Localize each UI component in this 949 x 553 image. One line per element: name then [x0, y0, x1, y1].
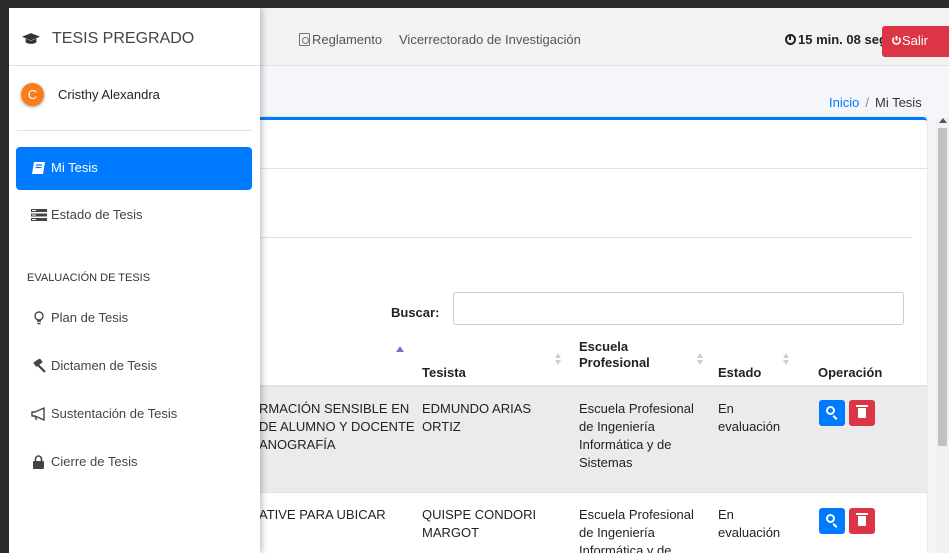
- sort-icon[interactable]: [697, 353, 703, 358]
- sidebar-item-label: Plan de Tesis: [51, 310, 129, 325]
- graduation-cap-icon: [22, 33, 40, 44]
- column-header-escuela[interactable]: Escuela Profesional: [579, 339, 689, 371]
- nav-link-reglamento[interactable]: Reglamento: [299, 32, 382, 47]
- table-row: ATIVE PARA UBICAR QUISPE CONDORI MARGOT …: [259, 494, 927, 553]
- cell-escuela: Escuela Profesional de Ingeniería Inform…: [579, 506, 694, 553]
- title-line: ANOGRAFÍA: [259, 437, 336, 452]
- sort-icon[interactable]: [783, 353, 789, 358]
- user-name: Cristhy Alexandra: [58, 87, 160, 102]
- sidebar-item-plan-de-tesis[interactable]: Plan de Tesis: [16, 297, 252, 340]
- escuela-line: Escuela Profesional: [579, 401, 694, 416]
- scrollbar-thumb[interactable]: [938, 128, 947, 446]
- sidebar-item-label: Mi Tesis: [51, 160, 98, 175]
- sidebar-item-label: Dictamen de Tesis: [51, 358, 157, 373]
- escuela-line: Informática y de: [579, 543, 672, 553]
- sidebar-item-label: Cierre de Tesis: [51, 454, 138, 469]
- column-header-estado[interactable]: Estado: [718, 365, 761, 381]
- trash-icon: [856, 513, 868, 526]
- escuela-line: Escuela Profesional: [579, 507, 694, 522]
- user-panel[interactable]: C Cristhy Alexandra: [9, 66, 260, 130]
- breadcrumb-home[interactable]: Inicio: [829, 95, 859, 110]
- estado-line: En: [718, 507, 734, 522]
- breadcrumb-separator: /: [865, 95, 869, 110]
- divider: [209, 168, 927, 169]
- view-button[interactable]: [819, 400, 845, 426]
- gavel-icon: [33, 359, 46, 373]
- sidebar-item-sustentacion-de-tesis[interactable]: Sustentación de Tesis: [16, 393, 252, 436]
- view-button[interactable]: [819, 508, 845, 534]
- estado-line: En: [718, 401, 734, 416]
- brand-title: TESIS PREGRADO: [52, 30, 195, 47]
- sidebar: TESIS PREGRADO C Cristhy Alexandra Mi Te…: [9, 8, 260, 553]
- logout-label: Salir: [902, 33, 929, 48]
- tesista-line: EDMUNDO ARIAS: [422, 401, 532, 416]
- tesista-line: QUISPE CONDORI: [422, 507, 537, 522]
- cell-escuela: Escuela Profesional de Ingeniería Inform…: [579, 400, 694, 472]
- search-icon: [826, 406, 835, 415]
- session-timer-text: 15 min. 08 seg.: [798, 32, 891, 47]
- sidebar-item-mi-tesis[interactable]: Mi Tesis: [16, 147, 252, 190]
- title-line: ATIVE PARA UBICAR: [259, 507, 386, 522]
- list-icon: [31, 209, 47, 221]
- scrollbar[interactable]: [936, 118, 949, 553]
- sidebar-item-label: Sustentación de Tesis: [51, 406, 178, 421]
- table-row: RMACIÓN SENSIBLE EN DE ALUMNO Y DOCENTE …: [259, 387, 927, 493]
- search-label: Buscar:: [391, 305, 440, 320]
- cell-title: RMACIÓN SENSIBLE EN DE ALUMNO Y DOCENTE …: [259, 400, 419, 454]
- scroll-up-arrow[interactable]: [939, 118, 947, 123]
- cell-tesista: EDMUNDO ARIAS ORTIZ: [422, 400, 531, 436]
- escuela-line: Informática y de: [579, 437, 672, 452]
- tesista-line: ORTIZ: [422, 419, 461, 434]
- pdf-icon: [299, 33, 310, 46]
- sidebar-item-label: Estado de Tesis: [51, 207, 143, 222]
- sidebar-item-cierre-de-tesis[interactable]: Cierre de Tesis: [16, 441, 252, 484]
- book-icon: [32, 162, 45, 174]
- session-timer: 15 min. 08 seg.: [785, 32, 891, 47]
- estado-line: evaluación: [718, 419, 781, 434]
- sort-icon[interactable]: [555, 360, 561, 365]
- title-line: DE ALUMNO Y DOCENTE: [259, 419, 415, 434]
- trash-icon: [856, 405, 868, 418]
- title-line: RMACIÓN SENSIBLE EN: [259, 401, 410, 416]
- lightbulb-icon: [34, 311, 44, 325]
- column-header-tesista[interactable]: Tesista: [422, 365, 466, 381]
- nav-link-vicerrectorado[interactable]: Vicerrectorado de Investigación: [399, 32, 581, 47]
- sort-icon[interactable]: [555, 353, 561, 358]
- search-input[interactable]: [453, 292, 904, 325]
- tesista-line: MARGOT: [422, 525, 480, 540]
- search-icon: [826, 514, 835, 523]
- delete-button[interactable]: [849, 400, 875, 426]
- divider: [209, 237, 912, 238]
- breadcrumb-current: Mi Tesis: [874, 95, 922, 110]
- cell-tesista: QUISPE CONDORI MARGOT: [422, 506, 536, 542]
- cell-estado: En evaluación: [718, 400, 780, 436]
- avatar: C: [21, 83, 44, 106]
- divider: [17, 130, 252, 131]
- escuela-line: de Ingeniería: [579, 419, 655, 434]
- escuela-line: Sistemas: [579, 455, 633, 470]
- sort-asc-icon[interactable]: [396, 346, 404, 352]
- sidebar-item-estado-de-tesis[interactable]: Estado de Tesis: [16, 194, 252, 237]
- brand[interactable]: TESIS PREGRADO: [9, 8, 260, 66]
- sidebar-item-dictamen-de-tesis[interactable]: Dictamen de Tesis: [16, 345, 252, 388]
- breadcrumb: Inicio / Mi Tesis: [829, 95, 922, 110]
- bullhorn-icon: [31, 407, 45, 421]
- sort-icon[interactable]: [783, 360, 789, 365]
- section-header: EVALUACIÓN DE TESIS: [27, 272, 151, 284]
- column-header-operacion: Operación: [818, 365, 883, 380]
- app-frame: al Reglamento Vicerrectorado de Investig…: [9, 8, 949, 553]
- nav-link-reglamento-label: Reglamento: [312, 32, 383, 47]
- sort-icon[interactable]: [697, 360, 703, 365]
- power-icon: [892, 35, 901, 45]
- lock-icon: [33, 455, 44, 469]
- logout-button[interactable]: Salir: [882, 26, 949, 57]
- estado-line: evaluación: [718, 525, 781, 540]
- cell-title: ATIVE PARA UBICAR: [259, 506, 419, 524]
- delete-button[interactable]: [849, 508, 875, 534]
- clock-icon: [785, 34, 796, 45]
- cell-estado: En evaluación: [718, 506, 780, 542]
- escuela-line: de Ingeniería: [579, 525, 655, 540]
